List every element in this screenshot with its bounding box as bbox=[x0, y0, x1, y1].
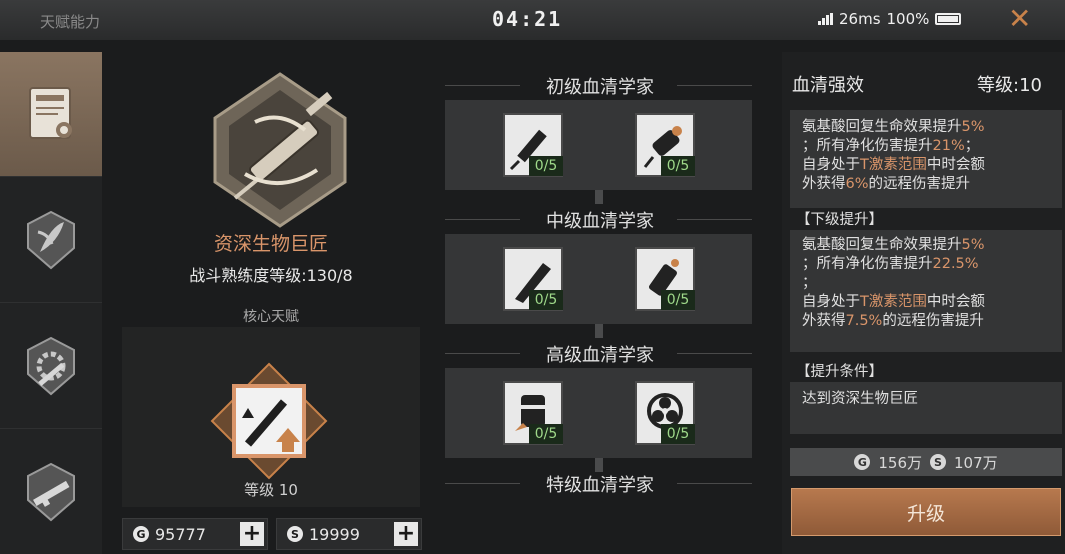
plant-shield-icon bbox=[27, 210, 75, 270]
sidebar-tab-plant[interactable] bbox=[0, 178, 102, 303]
silver-value: 19999 bbox=[309, 524, 360, 544]
next-effect-text: 氨基酸回复生命效果提升5% ；所有净化伤害提升22.5% ； 自身处于T激素范围… bbox=[802, 237, 985, 329]
upgrade-button[interactable]: 升级 bbox=[791, 488, 1061, 536]
core-talent-box: 等级 10 bbox=[122, 327, 420, 507]
next-level-label: 【下级提升】 bbox=[796, 212, 883, 228]
top-bar: 天赋能力 04:21 26ms 100% ✕ bbox=[0, 0, 1065, 40]
tier-header-3: 高级血清学家 bbox=[445, 338, 755, 368]
skill-slot[interactable]: 0/5 bbox=[635, 113, 695, 177]
sidebar bbox=[0, 52, 102, 554]
mastery-level: 战斗熟练度等级:130/8 bbox=[189, 266, 353, 285]
talent-level: 等级:10 bbox=[977, 75, 1042, 96]
condition-label: 【提升条件】 bbox=[796, 364, 883, 380]
gold-value: 95777 bbox=[155, 524, 206, 544]
sidebar-tab-engineering[interactable] bbox=[0, 304, 102, 429]
add-silver-button[interactable]: + bbox=[394, 522, 418, 546]
gold-currency: G 95777 + bbox=[122, 518, 268, 550]
tier-box-2: 0/5 0/5 bbox=[445, 234, 752, 324]
skill-count: 0/5 bbox=[529, 156, 563, 176]
tier-label: 初级血清学家 bbox=[546, 77, 654, 98]
tier-label: 中级血清学家 bbox=[546, 211, 654, 232]
talent-tree: 初级血清学家 0/5 0/5 中级血清学家 0/5 0/5 高级血清学家 0/5… bbox=[445, 60, 755, 554]
status-area: 26ms 100% bbox=[818, 10, 962, 28]
skill-slot[interactable]: 0/5 bbox=[635, 247, 695, 311]
clock: 04:21 bbox=[492, 7, 563, 31]
certificate-icon bbox=[29, 87, 72, 139]
close-icon[interactable]: ✕ bbox=[1008, 2, 1031, 35]
cost-gold: 156万 bbox=[878, 453, 922, 472]
talent-detail-panel: 血清强效 等级:10 氨基酸回复生命效果提升5% ；所有净化伤害提升21%； 自… bbox=[782, 52, 1065, 554]
current-effect-box: 氨基酸回复生命效果提升5% ；所有净化伤害提升21%； 自身处于T激素范围中时会… bbox=[790, 110, 1062, 208]
current-effect-text: 氨基酸回复生命效果提升5% ；所有净化伤害提升21%； 自身处于T激素范围中时会… bbox=[802, 119, 985, 192]
gear-hammer-icon bbox=[27, 336, 75, 396]
ping-text: 26ms bbox=[839, 10, 881, 28]
condition-text: 达到资深生物巨匠 bbox=[802, 391, 918, 407]
sidebar-tab-certificate[interactable] bbox=[0, 52, 102, 177]
tier-header-2: 中级血清学家 bbox=[445, 204, 755, 234]
tier-box-3: 0/5 0/5 bbox=[445, 368, 752, 458]
signal-icon bbox=[818, 13, 833, 25]
screen-title: 天赋能力 bbox=[40, 13, 101, 31]
skill-count: 0/5 bbox=[529, 290, 563, 310]
tier-header-1: 初级血清学家 bbox=[445, 70, 755, 100]
tier-header-4: 特级血清学家 bbox=[445, 468, 755, 498]
tier-label: 特级血清学家 bbox=[546, 475, 654, 496]
skill-slot[interactable]: 0/5 bbox=[503, 247, 563, 311]
skill-count: 0/5 bbox=[529, 424, 563, 444]
battery-text: 100% bbox=[886, 10, 930, 28]
silver-currency: S 19999 + bbox=[276, 518, 422, 550]
skill-slot[interactable]: 0/5 bbox=[503, 113, 563, 177]
talent-name: 血清强效 bbox=[792, 75, 864, 96]
skill-count: 0/5 bbox=[661, 290, 695, 310]
profile-title: 资深生物巨匠 bbox=[213, 233, 328, 255]
silver-coin-icon: S bbox=[287, 526, 303, 542]
battery-icon bbox=[935, 13, 962, 25]
profile-panel: 资深生物巨匠 战斗熟练度等级:130/8 核心天赋 等级 10 G 95777 … bbox=[110, 52, 435, 554]
gold-coin-icon: G bbox=[854, 454, 871, 470]
core-talent-level: 等级 10 bbox=[244, 481, 298, 499]
serum-emblem-icon bbox=[213, 72, 347, 228]
tier-connector bbox=[595, 190, 603, 204]
cost-silver: 107万 bbox=[954, 453, 998, 472]
tier-label: 高级血清学家 bbox=[546, 345, 654, 366]
skill-count: 0/5 bbox=[661, 424, 695, 444]
condition-box: 达到资深生物巨匠 bbox=[790, 382, 1062, 434]
silver-coin-icon: S bbox=[930, 454, 946, 470]
skill-slot[interactable]: 0/5 bbox=[635, 381, 695, 445]
next-effect-box: 氨基酸回复生命效果提升5% ；所有净化伤害提升22.5% ； 自身处于T激素范围… bbox=[790, 230, 1062, 352]
skill-slot[interactable]: 0/5 bbox=[503, 381, 563, 445]
tier-box-1: 0/5 0/5 bbox=[445, 100, 752, 190]
tier-connector bbox=[595, 324, 603, 338]
sidebar-tab-weapon[interactable] bbox=[0, 430, 102, 554]
add-gold-button[interactable]: + bbox=[240, 522, 264, 546]
gold-coin-icon: G bbox=[133, 526, 149, 542]
upgrade-cost: G 156万 S 107万 bbox=[790, 448, 1062, 476]
skill-count: 0/5 bbox=[661, 156, 695, 176]
core-talent-label: 核心天赋 bbox=[243, 309, 299, 325]
rifle-icon bbox=[27, 462, 75, 522]
core-talent-icon[interactable] bbox=[210, 362, 328, 480]
